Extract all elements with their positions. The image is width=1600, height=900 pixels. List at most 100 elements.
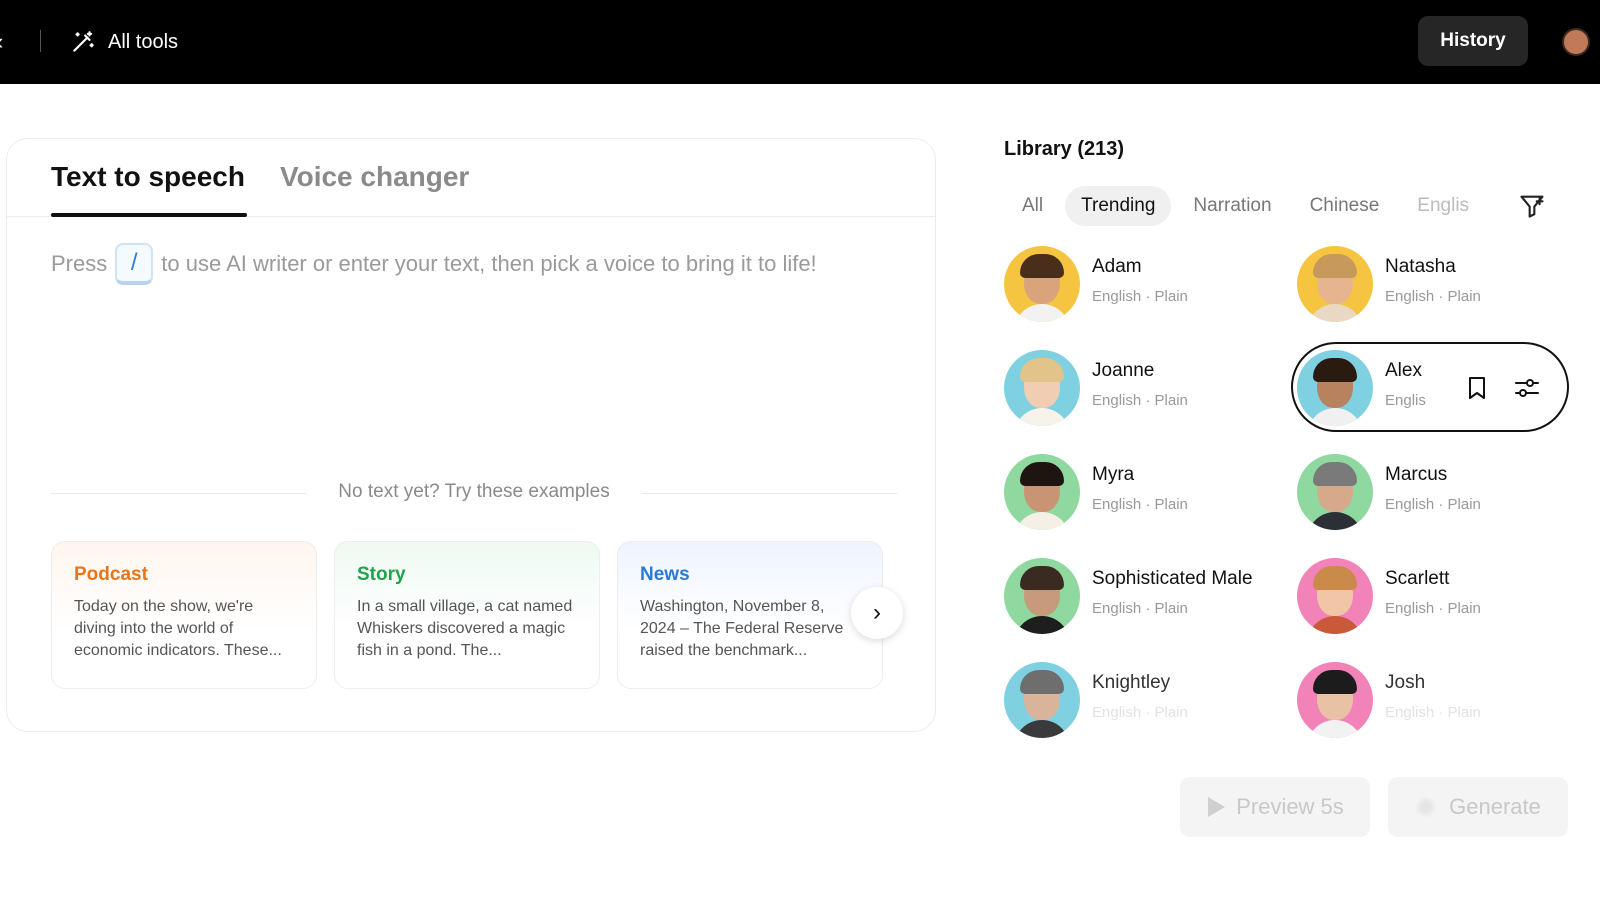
avatar: [1004, 350, 1080, 426]
voice-name: Sophisticated Male: [1092, 568, 1253, 589]
back-chevron-icon[interactable]: ‹: [0, 28, 10, 56]
avatar: [1297, 558, 1373, 634]
voice-item[interactable]: Marcus English · Plain: [1297, 450, 1577, 534]
avatar: [1297, 246, 1373, 322]
avatar-body: [1307, 616, 1363, 634]
avatar: [1004, 454, 1080, 530]
voice-item[interactable]: Myra English · Plain: [1004, 450, 1284, 534]
voice-meta: English · Plain: [1092, 392, 1188, 409]
avatar-hair: [1020, 566, 1064, 590]
avatar: [1004, 246, 1080, 322]
tab-voice-changer[interactable]: Voice changer: [280, 161, 469, 193]
voice-name: Josh: [1385, 672, 1426, 693]
all-tools-button[interactable]: All tools: [70, 26, 178, 58]
examples-heading: No text yet? Try these examples: [51, 481, 897, 503]
example-card-news[interactable]: News Washington, November 8, 2024 – The …: [617, 541, 883, 689]
active-tab-indicator: [51, 213, 247, 217]
preview-label: Preview 5s: [1236, 794, 1344, 819]
voice-item[interactable]: Knightley English · Plain: [1004, 658, 1284, 742]
avatar-body: [1307, 720, 1363, 738]
avatar-body: [1307, 512, 1363, 530]
voice-item[interactable]: Scarlett English · Plain: [1297, 554, 1577, 638]
filter-all[interactable]: All: [1006, 186, 1059, 226]
generate-button[interactable]: Generate: [1388, 777, 1568, 837]
avatar-body: [1307, 304, 1363, 322]
avatar-hair: [1313, 670, 1357, 694]
avatar-hair: [1020, 670, 1064, 694]
avatar: [1297, 454, 1373, 530]
voice-meta: English · Plain: [1385, 496, 1481, 513]
voice-name: Alex: [1385, 360, 1422, 381]
avatar: [1004, 662, 1080, 738]
play-icon: [1208, 797, 1226, 817]
library-title: Library (213): [1004, 138, 1125, 160]
voice-name: Scarlett: [1385, 568, 1450, 589]
avatar-body: [1014, 720, 1070, 738]
avatar-body: [1307, 408, 1363, 426]
avatar-hair: [1020, 254, 1064, 278]
voice-name: Natasha: [1385, 256, 1456, 277]
example-title: Podcast: [74, 564, 148, 585]
bookmark-icon[interactable]: [1461, 372, 1493, 404]
example-cards: Podcast Today on the show, we're diving …: [51, 541, 903, 689]
slash-key-icon[interactable]: /: [115, 243, 154, 285]
voice-meta: English · Plain: [1092, 704, 1188, 721]
sliders-icon[interactable]: [1511, 372, 1543, 404]
examples-divider: No text yet? Try these examples: [51, 481, 897, 505]
voice-meta: English · Plain: [1385, 600, 1481, 617]
text-input-placeholder[interactable]: Press / to use AI writer or enter your t…: [51, 243, 817, 285]
example-card-podcast[interactable]: Podcast Today on the show, we're diving …: [51, 541, 317, 689]
generate-spinner-icon: [1415, 796, 1438, 818]
example-card-story[interactable]: Story In a small village, a cat named Wh…: [334, 541, 600, 689]
voice-name: Joanne: [1092, 360, 1155, 381]
voice-meta: English · Plain: [1385, 704, 1481, 721]
voice-item[interactable]: Josh English · Plain: [1297, 658, 1577, 742]
voice-name: Myra: [1092, 464, 1135, 485]
filter-icon[interactable]: [1518, 192, 1546, 220]
filter-chinese[interactable]: Chinese: [1294, 186, 1396, 226]
voice-name: Knightley: [1092, 672, 1171, 693]
avatar-body: [1014, 616, 1070, 634]
mode-tabs: Text to speech Voice changer: [7, 139, 935, 217]
next-arrow-icon[interactable]: ›: [851, 587, 903, 639]
voice-item[interactable]: Adam English · Plain: [1004, 242, 1284, 326]
voice-meta: Englis: [1385, 392, 1426, 409]
filter-narration[interactable]: Narration: [1177, 186, 1287, 226]
avatar-hair: [1020, 462, 1064, 486]
magic-wand-icon: [73, 31, 94, 52]
user-avatar[interactable]: [1562, 28, 1590, 56]
voice-item[interactable]: Sophisticated Male English · Plain: [1004, 554, 1284, 638]
hint-prefix: Press: [51, 251, 108, 276]
voice-item[interactable]: Natasha English · Plain: [1297, 242, 1577, 326]
avatar-body: [1014, 408, 1070, 426]
voice-meta: English · Plain: [1092, 496, 1188, 513]
avatar-hair: [1313, 254, 1357, 278]
example-title: News: [640, 564, 690, 585]
avatar-hair: [1313, 566, 1357, 590]
voice-name: Adam: [1092, 256, 1142, 277]
library-filters: All Trending Narration Chinese Englis: [1006, 186, 1526, 226]
voice-meta: English · Plain: [1092, 288, 1188, 305]
example-body: Today on the show, we're diving into the…: [74, 598, 282, 659]
voice-meta: English · Plain: [1385, 288, 1481, 305]
voice-name: Marcus: [1385, 464, 1448, 485]
preview-button[interactable]: Preview 5s: [1180, 777, 1370, 837]
history-button[interactable]: History: [1418, 16, 1528, 66]
editor-card: Text to speech Voice changer Press / to …: [6, 138, 936, 732]
example-body: In a small village, a cat named Whiskers…: [357, 598, 573, 659]
generate-label: Generate: [1449, 794, 1541, 819]
avatar-body: [1014, 304, 1070, 322]
avatar: [1297, 662, 1373, 738]
tab-text-to-speech[interactable]: Text to speech: [51, 161, 245, 193]
voice-item[interactable]: Alex Englis: [1291, 342, 1577, 432]
filter-trending[interactable]: Trending: [1065, 186, 1172, 226]
hint-suffix: to use AI writer or enter your text, the…: [161, 251, 817, 276]
example-body: Washington, November 8, 2024 – The Feder…: [640, 598, 844, 659]
all-tools-label: All tools: [108, 30, 179, 53]
avatar-hair: [1020, 358, 1064, 382]
avatar-body: [1014, 512, 1070, 530]
avatar-hair: [1313, 462, 1357, 486]
filter-english[interactable]: Englis: [1401, 186, 1485, 226]
voice-actions: [1461, 372, 1543, 404]
voice-item[interactable]: Joanne English · Plain: [1004, 346, 1284, 430]
